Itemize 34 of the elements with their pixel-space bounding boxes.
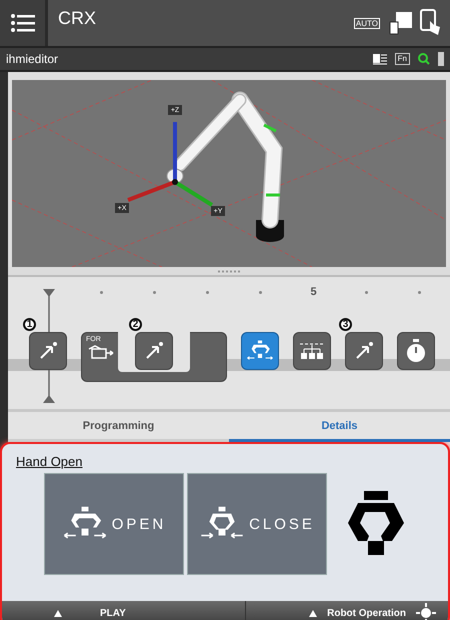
position-marker: 3 (339, 318, 352, 331)
robot-operation-toggle[interactable]: Robot Operation (244, 601, 448, 620)
program-block[interactable] (345, 332, 383, 370)
program-block[interactable] (293, 332, 331, 370)
editor-title: ihmieditor (6, 52, 60, 66)
program-block[interactable] (135, 332, 173, 370)
resize-handle[interactable] (217, 270, 241, 272)
auto-mode-badge[interactable]: AUTO (354, 18, 380, 28)
position-marker: 2 (129, 318, 142, 331)
crosshair-icon (416, 603, 436, 620)
ruler-label: 5 (310, 286, 317, 298)
menu-icon (10, 13, 34, 33)
program-block[interactable] (241, 332, 279, 370)
gripper-icon (246, 339, 274, 363)
caret-up-icon (54, 610, 62, 616)
menu-button[interactable] (0, 0, 48, 46)
window-icon[interactable] (388, 10, 412, 36)
play-panel-toggle[interactable]: PLAY (2, 601, 244, 620)
function-key-button[interactable]: Fn (394, 53, 410, 65)
loop-icon (88, 345, 114, 359)
position-marker: 1 (23, 318, 36, 331)
program-block[interactable] (29, 332, 67, 370)
touch-icon[interactable] (420, 9, 442, 37)
close-gripper-button[interactable]: CLOSE (187, 473, 327, 575)
stopwatch-icon (405, 339, 427, 363)
instruction-title-link[interactable]: Hand Open (2, 444, 96, 473)
program-block[interactable] (397, 332, 435, 370)
gripper-icon (348, 491, 404, 557)
app-title: CRX (57, 7, 98, 30)
caret-up-icon (309, 610, 318, 616)
io-diagram-icon (299, 341, 325, 361)
zoom-icon[interactable] (418, 53, 430, 65)
layout-icon[interactable] (372, 54, 387, 64)
open-gripper-button[interactable]: OPEN (44, 473, 184, 575)
